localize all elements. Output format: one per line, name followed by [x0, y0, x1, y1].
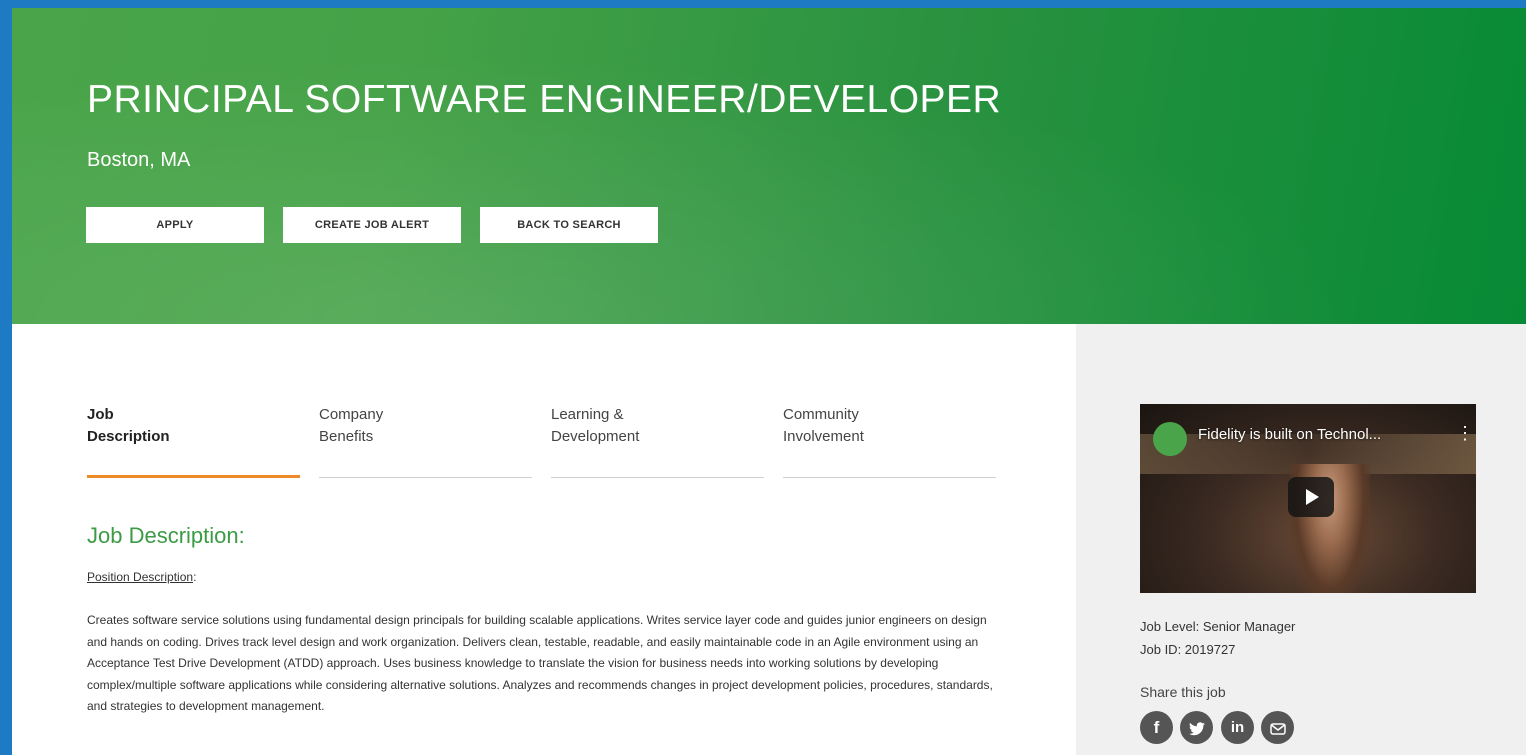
job-level: Job Level: Senior Manager: [1140, 619, 1296, 634]
tab-label: Involvement: [783, 428, 864, 445]
create-job-alert-button[interactable]: CREATE JOB ALERT: [283, 207, 461, 243]
more-vert-icon[interactable]: ⋮: [1456, 424, 1474, 442]
linkedin-icon[interactable]: in: [1221, 711, 1254, 744]
twitter-icon[interactable]: [1180, 711, 1213, 744]
tab-label: Benefits: [319, 428, 374, 445]
fidelity-logo-icon: [1153, 422, 1187, 456]
back-to-search-button[interactable]: BACK TO SEARCH: [480, 207, 658, 243]
job-description-text: Creates software service solutions using…: [87, 613, 993, 713]
tab-community-involvement[interactable]: Community Involvement: [783, 404, 996, 478]
tab-label: Description: [87, 428, 170, 445]
job-hero-banner: PRINCIPAL SOFTWARE ENGINEER/DEVELOPER Bo…: [12, 8, 1526, 324]
share-label: Share this job: [1140, 684, 1226, 700]
tab-label: Community: [783, 406, 859, 423]
tab-label: Job: [87, 406, 114, 423]
tab-label: Company: [319, 406, 384, 423]
apply-button[interactable]: APPLY: [86, 207, 264, 243]
video-player[interactable]: Fidelity is built on Technol... ⋮: [1140, 404, 1476, 593]
tab-learning-development[interactable]: Learning & Development: [551, 404, 764, 478]
tab-job-description[interactable]: Job Description: [87, 404, 300, 478]
position-description-label: Position Description:: [87, 570, 196, 584]
video-title: Fidelity is built on Technol...: [1198, 426, 1382, 443]
position-description-colon: :: [193, 570, 197, 584]
facebook-icon[interactable]: f: [1140, 711, 1173, 744]
job-id: Job ID: 2019727: [1140, 642, 1236, 657]
tab-label: Learning &: [551, 406, 624, 423]
play-icon[interactable]: [1288, 477, 1334, 517]
position-description-link-text: Position Description: [87, 570, 194, 584]
job-title: PRINCIPAL SOFTWARE ENGINEER/DEVELOPER: [87, 78, 1002, 121]
tab-label: Development: [551, 428, 640, 445]
tab-company-benefits[interactable]: Company Benefits: [319, 404, 532, 478]
job-description-heading: Job Description:: [87, 523, 245, 548]
job-location: Boston, MA: [87, 149, 191, 171]
email-icon[interactable]: [1261, 711, 1294, 744]
page-frame: PRINCIPAL SOFTWARE ENGINEER/DEVELOPER Bo…: [12, 8, 1526, 755]
